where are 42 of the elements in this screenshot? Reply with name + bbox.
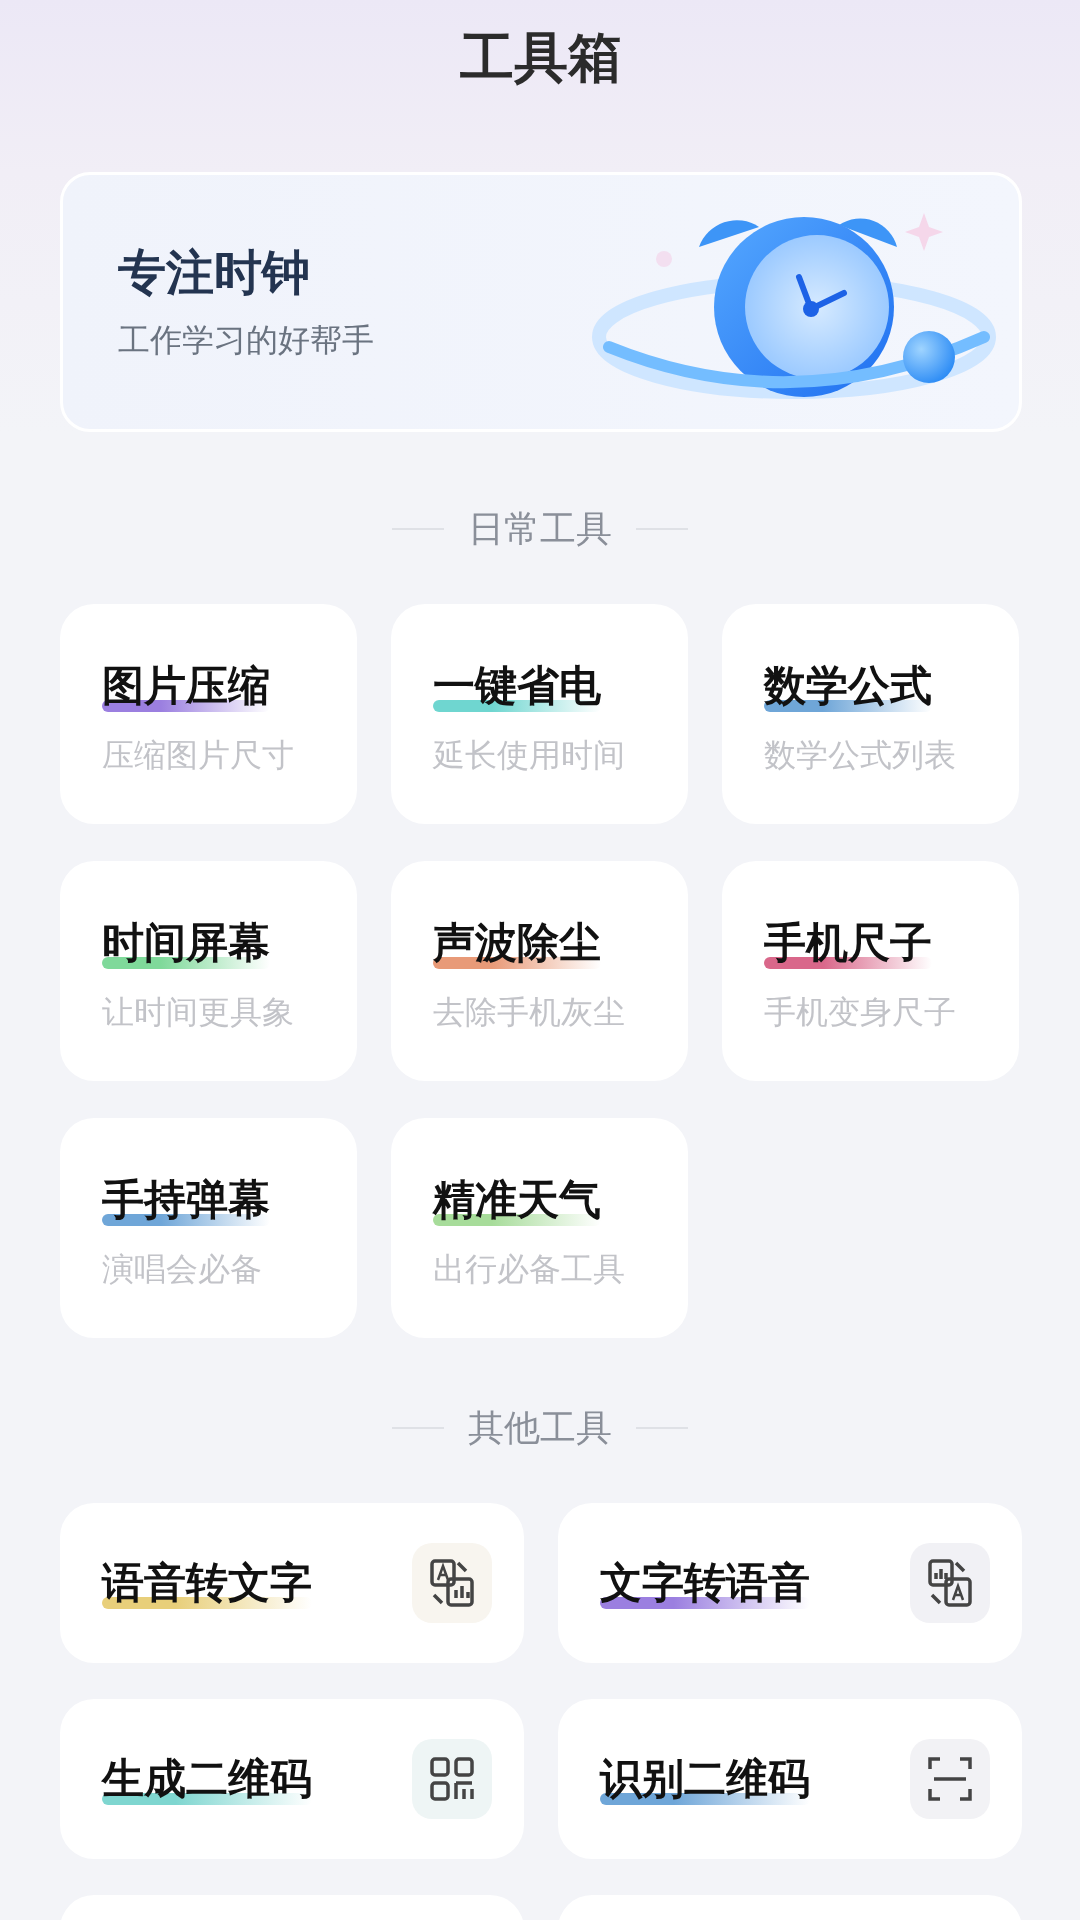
tool-name: 手机尺子 [764,918,932,967]
focus-clock-banner[interactable]: 专注时钟 工作学习的好帮手 [60,172,1022,432]
tool-description: 去除手机灰尘 [433,992,626,1033]
tool-card[interactable]: 精准天气 出行必备工具 [391,1118,688,1338]
tool-card[interactable]: 声波除尘 去除手机灰尘 [391,861,688,1081]
text-audio-icon [910,1543,990,1623]
tool-name: 时间屏幕 [102,918,270,967]
banner-title: 专注时钟 [118,243,311,302]
tool-description: 数学公式列表 [764,735,957,776]
tool-card[interactable]: 识别二维码 [558,1699,1022,1859]
tool-card[interactable]: 一键省电 延长使用时间 [391,604,688,824]
tool-description: 压缩图片尺寸 [102,735,295,776]
scan-icon [910,1739,990,1819]
tool-name: 手持弹幕 [102,1175,270,1224]
qr-code-icon [412,1739,492,1819]
banner-subtitle: 工作学习的好帮手 [118,320,374,361]
tool-card[interactable]: 手持弹幕 演唱会必备 [60,1118,357,1338]
tool-name: 语音转文字 [102,1558,312,1607]
tool-card[interactable]: 图片压缩 压缩图片尺寸 [60,604,357,824]
tool-name: 数学公式 [764,661,932,710]
tool-card[interactable]: 语音转文字 [60,1503,524,1663]
tool-description: 演唱会必备 [102,1249,263,1290]
text-audio-icon [412,1543,492,1623]
tool-card[interactable]: 手机尺子 手机变身尺子 [722,861,1019,1081]
tool-description: 让时间更具象 [102,992,295,1033]
tool-description: 出行必备工具 [433,1249,626,1290]
tool-description: 手机变身尺子 [764,992,957,1033]
tool-name: 图片压缩 [102,661,270,710]
tool-name: 文字转语音 [600,1558,810,1607]
tool-name: 一键省电 [433,661,601,710]
section-heading: 其他工具 [468,1405,612,1450]
tool-name: 精准天气 [433,1175,601,1224]
tool-name: 识别二维码 [600,1754,810,1803]
tool-card[interactable]: 生成二维码 [60,1699,524,1859]
tool-name: 生成二维码 [102,1754,312,1803]
tool-card[interactable]: 文字转语音 [558,1503,1022,1663]
page-title: 工具箱 [459,25,623,91]
section-heading: 日常工具 [468,506,612,551]
tool-description: 延长使用时间 [433,735,626,776]
tool-name: 声波除尘 [433,918,601,967]
tool-card[interactable]: 数学公式 数学公式列表 [722,604,1019,824]
tool-card[interactable]: 时间屏幕 让时间更具象 [60,861,357,1081]
